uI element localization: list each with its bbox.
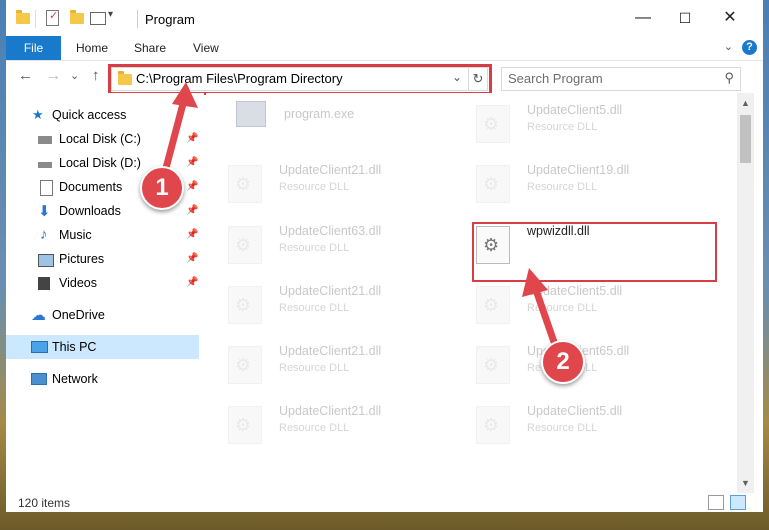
explorer-window: ✓ ▾ Program — ☐ ✕ File Home Share View ⌄… [6,0,763,512]
annotation-arrow-1 [162,82,558,346]
step-2-badge: 2 [541,340,585,384]
step-1-badge: 1 [140,166,184,210]
